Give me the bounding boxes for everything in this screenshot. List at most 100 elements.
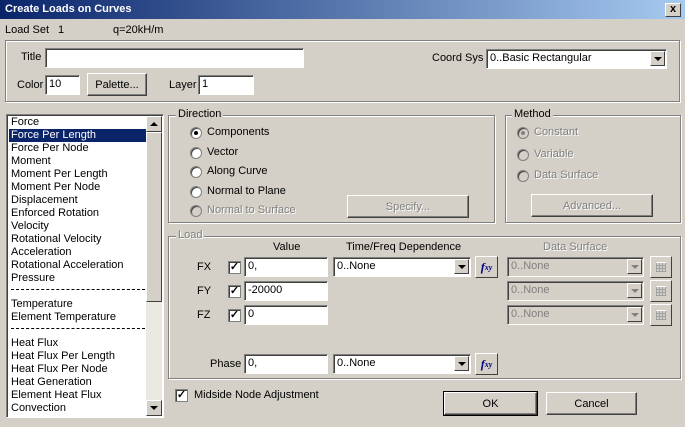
list-item[interactable]: Moment <box>9 155 149 168</box>
list-item[interactable]: Heat Flux Per Length <box>9 350 149 363</box>
chevron-down-icon[interactable] <box>627 283 642 298</box>
load-row-checkbox-fx[interactable]: ✓ <box>228 261 241 274</box>
midside-checkbox[interactable]: ✓ <box>175 389 188 402</box>
direction-radio-0[interactable] <box>190 127 202 139</box>
direction-radio-3[interactable] <box>190 186 202 198</box>
specify-button[interactable]: Specify... <box>347 195 469 218</box>
load-type-list[interactable]: Force Force Per Length Force Per Node Momen… <box>6 114 164 418</box>
value-header: Value <box>273 241 301 253</box>
list-item[interactable]: Force Per Length <box>9 129 149 142</box>
chevron-down-icon[interactable] <box>650 51 665 66</box>
method-option-label: Variable <box>534 148 574 160</box>
method-radio-0[interactable] <box>517 127 529 139</box>
data-surface-select-fz[interactable]: 0..None <box>507 305 644 325</box>
list-item[interactable]: Temperature <box>9 298 149 311</box>
cancel-button[interactable]: Cancel <box>546 392 637 415</box>
direction-option-label: Components <box>207 126 270 138</box>
list-item[interactable]: Rotational Acceleration <box>9 259 149 272</box>
grid-table-icon[interactable] <box>650 256 672 278</box>
direction-option-label: Normal to Surface <box>207 204 296 216</box>
phase-input[interactable]: 0, <box>244 354 328 374</box>
coord-sys-label: Coord Sys <box>432 52 484 64</box>
layer-input[interactable]: 1 <box>198 75 254 95</box>
grid-table-icon[interactable] <box>650 304 672 326</box>
list-item[interactable]: Rotational Velocity <box>9 233 149 246</box>
method-option-label: Constant <box>534 126 579 138</box>
fxy-sub: xy <box>484 262 493 272</box>
list-item[interactable]: Moment Per Node <box>9 181 149 194</box>
chevron-down-icon[interactable] <box>454 356 469 371</box>
layer-label: Layer <box>169 79 197 91</box>
list-item[interactable]: Moment Per Length <box>9 168 149 181</box>
list-item[interactable]: Heat Generation <box>9 376 149 389</box>
time-freq-header: Time/Freq Dependence <box>346 241 462 253</box>
data-surface-select-fy[interactable]: 0..None <box>507 281 644 301</box>
list-separator <box>11 289 145 290</box>
load-value-input-fx[interactable]: 0, <box>244 257 328 277</box>
direction-radio-2[interactable] <box>190 166 202 178</box>
list-item[interactable]: Pressure <box>9 272 149 285</box>
chevron-down-icon[interactable] <box>627 307 642 322</box>
time-freq-select-fx[interactable]: 0..None <box>333 257 471 277</box>
list-item[interactable]: Heat Flux Per Node <box>9 363 149 376</box>
chevron-down-icon[interactable] <box>454 259 469 274</box>
load-value-input-fy[interactable]: -20000 <box>244 281 328 301</box>
list-item[interactable]: Enforced Rotation <box>9 207 149 220</box>
color-label: Color <box>17 79 44 91</box>
method-label: Method <box>512 108 553 120</box>
function-xy-icon[interactable]: f xy <box>475 353 498 375</box>
phase-time-freq-select[interactable]: 0..None <box>333 354 471 374</box>
scroll-down-icon[interactable] <box>146 400 162 416</box>
phase-label: Phase <box>210 358 242 370</box>
palette-button[interactable]: Palette... <box>87 73 147 96</box>
direction-option-label: Normal to Plane <box>207 185 286 197</box>
advanced-button[interactable]: Advanced... <box>531 194 653 217</box>
chevron-down-icon[interactable] <box>627 259 642 274</box>
list-separator <box>11 328 145 329</box>
list-item[interactable]: Force Per Node <box>9 142 149 155</box>
function-xy-icon[interactable]: f xy <box>475 256 498 278</box>
method-radio-2[interactable] <box>517 170 529 182</box>
coord-sys-value: 0..Basic Rectangular <box>490 52 592 64</box>
list-item[interactable]: Element Heat Flux <box>9 389 149 402</box>
list-item[interactable]: Displacement <box>9 194 149 207</box>
list-item[interactable]: Acceleration <box>9 246 149 259</box>
title-input[interactable] <box>45 48 304 68</box>
direction-label: Direction <box>176 108 224 120</box>
load-row-checkbox-fy[interactable]: ✓ <box>228 285 241 298</box>
window-title: Create Loads on Curves <box>5 3 132 15</box>
color-input[interactable]: 10 <box>45 75 80 95</box>
coord-sys-select[interactable]: 0..Basic Rectangular <box>486 49 667 69</box>
load-set-name: q=20kH/m <box>113 24 164 36</box>
ok-button[interactable]: OK <box>443 391 538 416</box>
data-surface-value: 0..None <box>511 260 550 272</box>
direction-option-label: Along Curve <box>207 165 268 177</box>
data-surface-select-fx[interactable]: 0..None <box>507 257 644 277</box>
load-group-label: Load <box>176 229 205 241</box>
list-item[interactable]: Convection <box>9 402 149 415</box>
phase-time-freq-value: 0..None <box>337 357 376 369</box>
load-row-label-fz: FZ <box>197 309 211 321</box>
midside-label: Midside Node Adjustment <box>194 389 319 401</box>
list-item[interactable]: Force <box>9 116 149 129</box>
list-item[interactable]: Heat Flux <box>9 337 149 350</box>
list-scrollbar[interactable] <box>146 116 162 416</box>
close-button[interactable]: x <box>665 3 681 17</box>
direction-radio-1[interactable] <box>190 147 202 159</box>
direction-option-label: Vector <box>207 146 239 158</box>
data-surface-value: 0..None <box>511 308 550 320</box>
time-freq-value: 0..None <box>337 260 376 272</box>
scroll-up-icon[interactable] <box>146 116 162 132</box>
list-item[interactable]: Velocity <box>9 220 149 233</box>
load-row-label-fy: FY <box>197 285 212 297</box>
load-value-input-fz[interactable]: 0 <box>244 305 328 325</box>
scroll-thumb[interactable] <box>146 132 162 302</box>
grid-table-icon[interactable] <box>650 280 672 302</box>
load-row-label-fx: FX <box>197 261 212 273</box>
direction-radio-4[interactable] <box>190 205 202 217</box>
list-item[interactable]: Element Temperature <box>9 311 149 324</box>
method-option-label: Data Surface <box>534 169 599 181</box>
data-surface-header: Data Surface <box>543 241 608 253</box>
method-radio-1[interactable] <box>517 149 529 161</box>
load-row-checkbox-fz[interactable]: ✓ <box>228 309 241 322</box>
